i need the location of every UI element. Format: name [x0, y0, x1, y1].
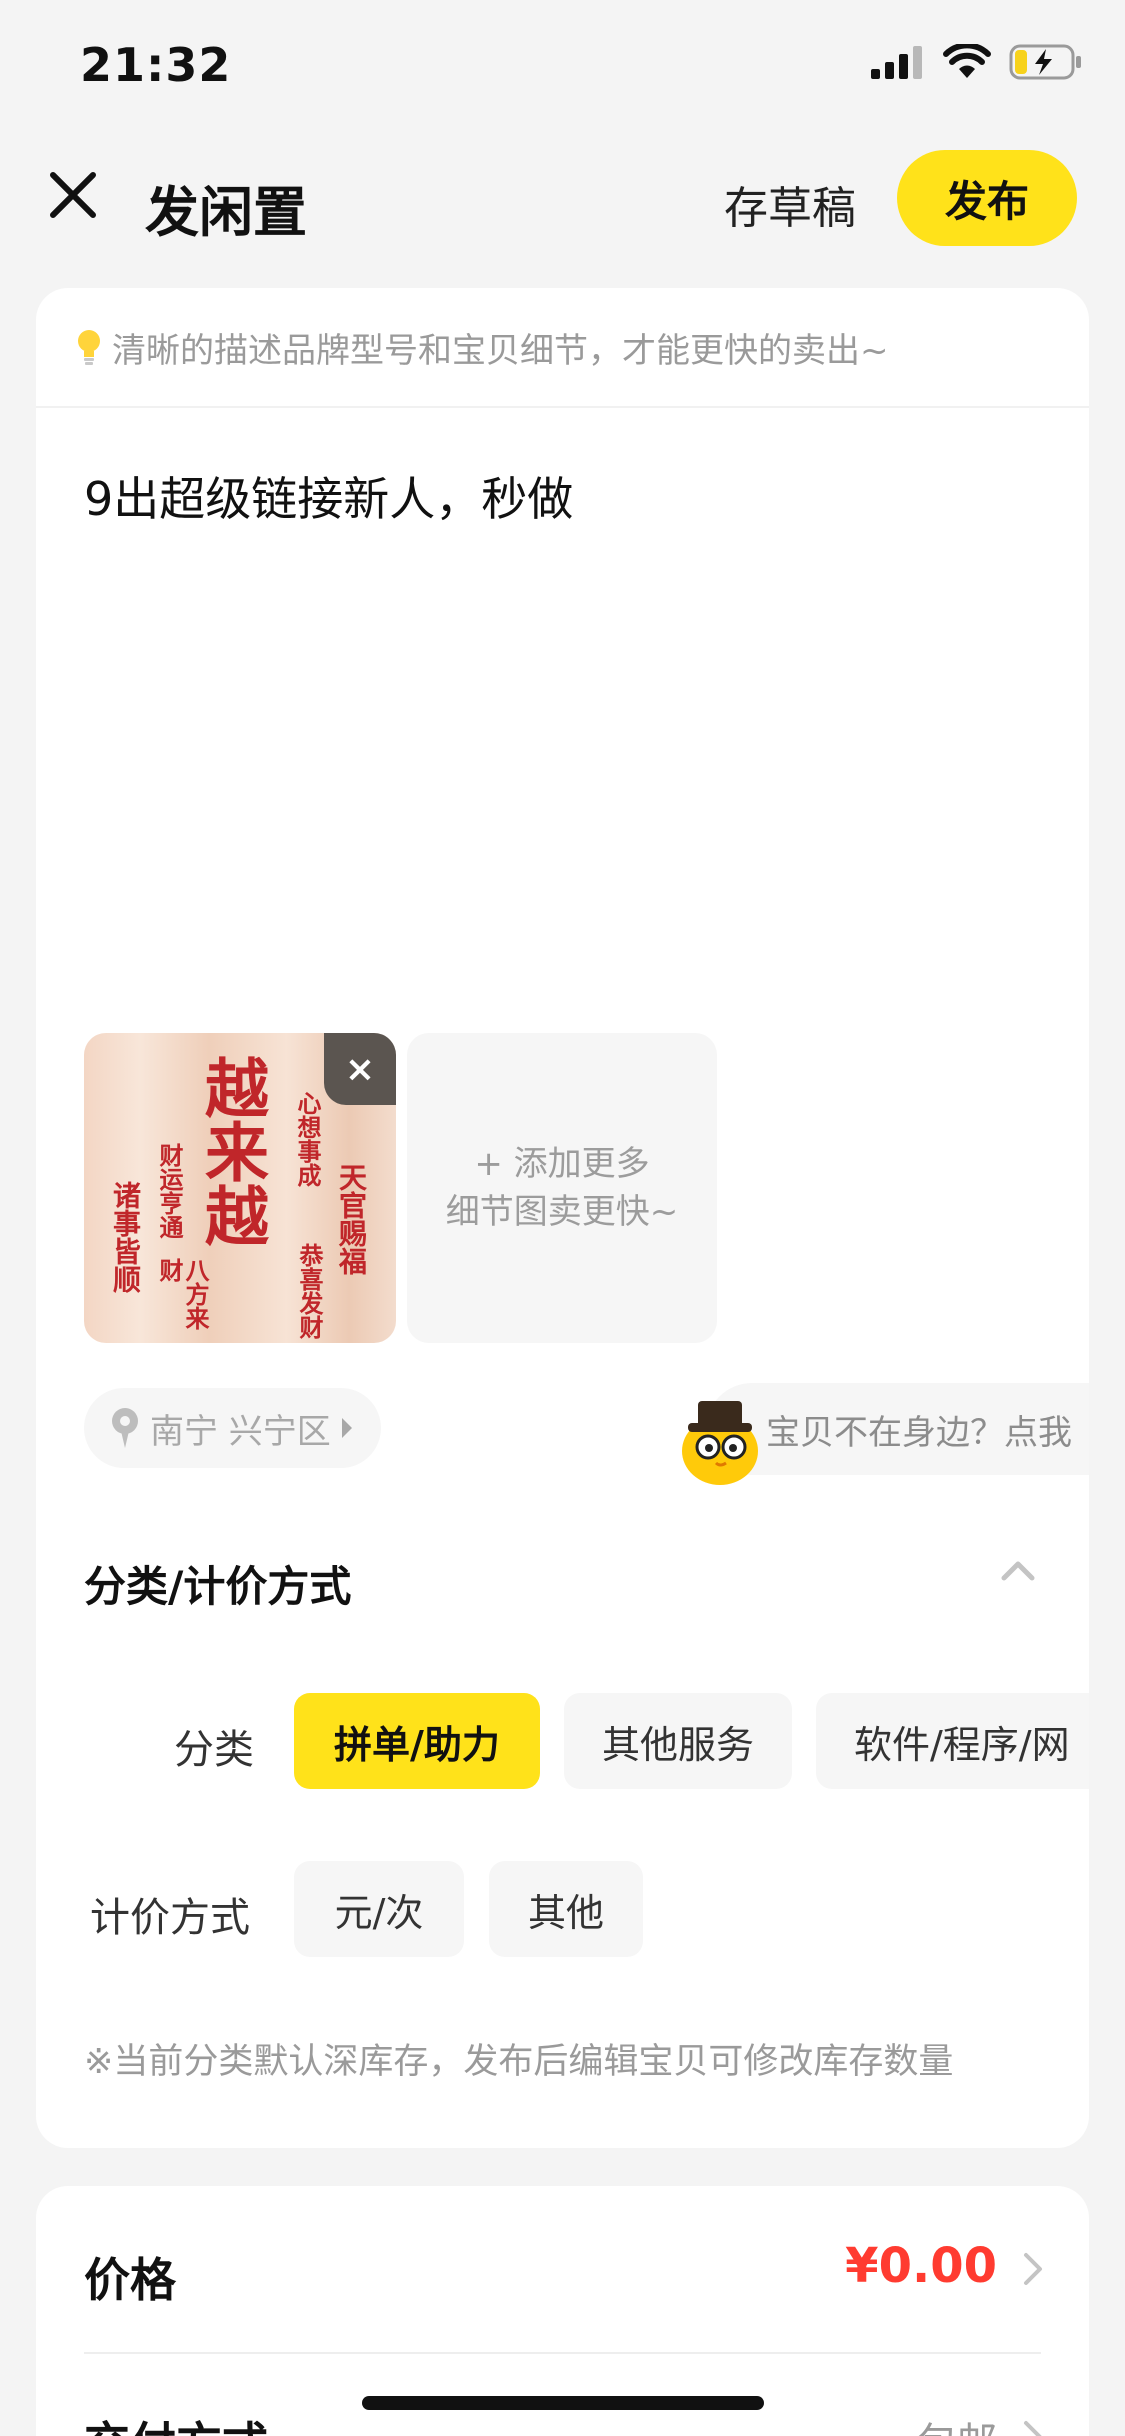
pricing-chip-other[interactable]: 其他: [489, 1861, 643, 1957]
tip-row: 清晰的描述品牌型号和宝贝细节，才能更快的卖出~: [36, 288, 1089, 408]
chevron-right-icon: [1024, 2253, 1042, 2285]
status-icons: [871, 44, 1083, 80]
photo-calligraphy-far-left: 诸事皆顺: [109, 1181, 142, 1293]
status-time: 21:32: [80, 38, 232, 92]
not-nearby-text: 宝贝不在身边？点我: [766, 1412, 1072, 1453]
close-icon: [50, 172, 96, 218]
add-photo-line2: 细节图卖更快~: [445, 1192, 679, 1232]
photo-calligraphy-main: 越来越: [194, 1055, 269, 1247]
battery-icon: [1009, 44, 1081, 80]
pricing-method-label: 计价方式: [90, 1895, 250, 1941]
photo-calligraphy-bottom: 八方来财: [155, 1258, 210, 1330]
photo-calligraphy-far-right: 天官赐福: [335, 1163, 368, 1275]
photo-calligraphy-left: 财运亨通: [155, 1143, 184, 1239]
photo-calligraphy-bottom-right: 恭喜发财: [295, 1243, 324, 1339]
pricing-chip-per-time[interactable]: 元/次: [294, 1861, 464, 1957]
bulb-icon: [78, 330, 100, 365]
uploaded-photo[interactable]: 越来越 心想事成 天官赐福 财运亨通 诸事皆顺 八方来财 恭喜发财 ×: [84, 1033, 396, 1343]
chevron-right-icon: [1024, 2421, 1042, 2436]
wifi-icon: [943, 44, 991, 78]
home-indicator: [362, 2396, 764, 2410]
save-draft-button[interactable]: 存草稿: [724, 172, 856, 236]
category-label: 分类: [174, 1727, 254, 1773]
header: 发闲置 存草稿 发布: [0, 140, 1125, 260]
delivery-method-value[interactable]: 包邮: [917, 2410, 997, 2436]
price-label: 价格: [84, 2253, 176, 2307]
photo-calligraphy-upper-right: 心想事成: [293, 1091, 322, 1187]
delivery-method-label: 交付方式: [84, 2408, 268, 2436]
description-input[interactable]: 9出超级链接新人，秒做: [84, 463, 573, 529]
category-chip-group-buy[interactable]: 拼单/助力: [294, 1693, 540, 1789]
status-bar: 21:32: [0, 0, 1125, 140]
category-section-title: 分类/计价方式: [84, 1562, 352, 1611]
price-value[interactable]: ¥0.00: [845, 2238, 997, 2294]
caret-right-icon: [341, 1418, 352, 1438]
mascot-icon: [682, 1401, 758, 1485]
add-photo-line1: + 添加更多: [474, 1144, 650, 1184]
divider: [84, 2352, 1041, 2354]
chevron-up-icon[interactable]: [1000, 1558, 1036, 1582]
tip-text: 清晰的描述品牌型号和宝贝细节，才能更快的卖出~: [112, 330, 889, 371]
close-button[interactable]: [40, 162, 106, 228]
location-pin-icon: [112, 1408, 138, 1448]
page-title: 发闲置: [145, 181, 307, 244]
remove-photo-button[interactable]: ×: [324, 1033, 396, 1105]
location-selector[interactable]: 南宁 兴宁区: [84, 1388, 381, 1468]
category-chip-other-services[interactable]: 其他服务: [564, 1693, 792, 1789]
publish-button[interactable]: 发布: [897, 150, 1077, 246]
inventory-note: ※当前分类默认深库存，发布后编辑宝贝可修改库存数量: [84, 2042, 954, 2082]
add-photo-button[interactable]: + 添加更多 细节图卖更快~: [407, 1033, 717, 1343]
signal-icon: [871, 46, 922, 79]
listing-card: 清晰的描述品牌型号和宝贝细节，才能更快的卖出~ 9出超级链接新人，秒做 越来越 …: [36, 288, 1089, 2148]
category-chip-software[interactable]: 软件/程序/网: [816, 1693, 1089, 1789]
item-not-nearby-button[interactable]: 宝贝不在身边？点我: [682, 1383, 1089, 1485]
location-text: 南宁 兴宁区: [150, 1411, 331, 1452]
